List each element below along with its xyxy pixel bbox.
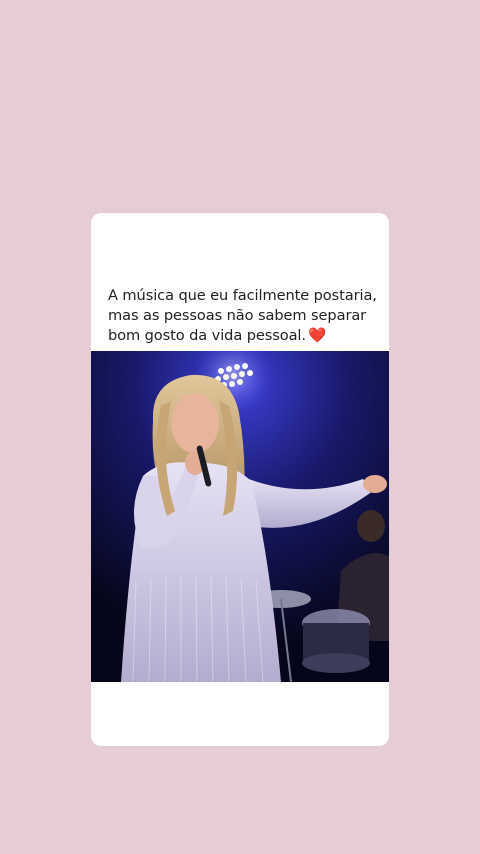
video-frame[interactable] xyxy=(91,351,389,682)
stage-image xyxy=(91,351,389,682)
heart-emoji: ❤️ xyxy=(307,327,327,344)
caption-text: A música que eu facilmente postaria, mas… xyxy=(108,287,377,344)
post-card: A música que eu facilmente postaria, mas… xyxy=(91,213,389,746)
post-caption: A música que eu facilmente postaria, mas… xyxy=(108,286,378,346)
